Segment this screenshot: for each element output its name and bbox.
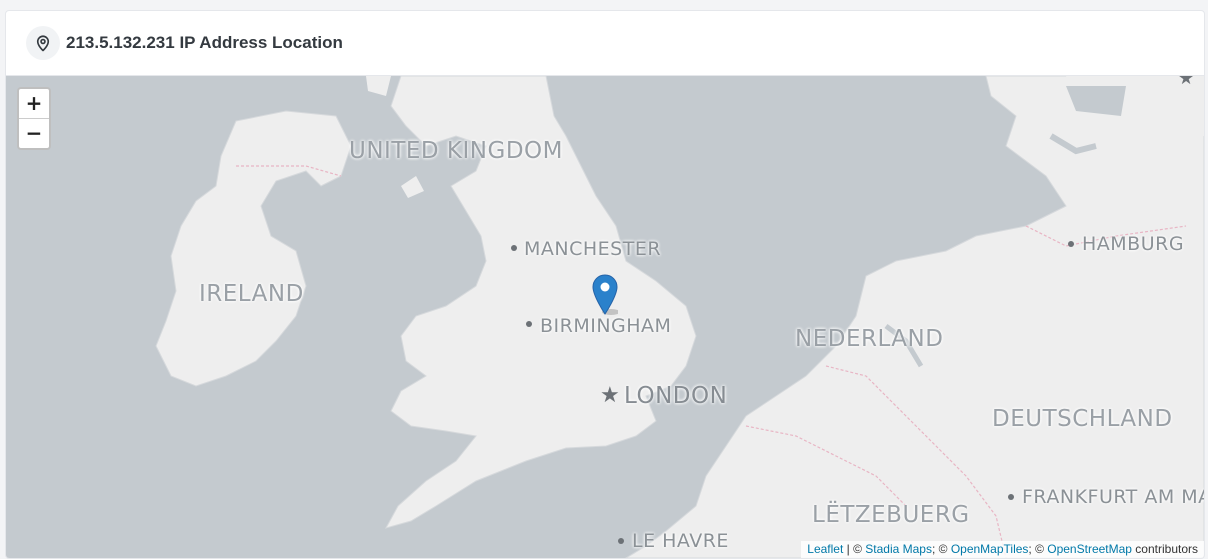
label-united-kingdom: UNITED KINGDOM: [349, 138, 563, 164]
city-dot-birmingham: [526, 321, 532, 327]
label-le-havre: LE HAVRE: [632, 530, 729, 552]
label-manchester: MANCHESTER: [524, 238, 662, 260]
city-dot-manchester: [511, 245, 517, 251]
openstreetmap-link[interactable]: OpenStreetMap: [1047, 542, 1132, 556]
zoom-out-button[interactable]: −: [19, 118, 49, 148]
attribution-sep-2: ; ©: [931, 542, 951, 556]
label-deutschland: DEUTSCHLAND: [992, 406, 1173, 432]
page-title: 213.5.132.231 IP Address Location: [66, 33, 343, 52]
card-header: 213.5.132.231 IP Address Location: [6, 11, 1204, 76]
city-dot-frankfurt: [1008, 494, 1014, 500]
openmaptiles-link[interactable]: OpenMapTiles: [951, 542, 1029, 556]
zoom-in-button[interactable]: +: [19, 89, 49, 118]
stadia-maps-link[interactable]: Stadia Maps: [865, 542, 932, 556]
label-hamburg: HAMBURG: [1082, 233, 1185, 255]
city-dot-le-havre: [618, 538, 624, 544]
city-dot-hamburg: [1068, 241, 1074, 247]
ip-location-card: 213.5.132.231 IP Address Location ★ UNIT…: [5, 10, 1205, 559]
leaflet-link[interactable]: Leaflet: [807, 542, 843, 556]
label-london: LONDON: [624, 383, 728, 409]
label-frankfurt: FRANKFURT AM MA: [1022, 486, 1204, 508]
label-nederland: NEDERLAND: [795, 326, 944, 352]
zoom-control: + −: [17, 87, 51, 150]
map-pin-icon: [26, 26, 60, 60]
map-attribution: Leaflet | © Stadia Maps; © OpenMapTiles;…: [801, 541, 1204, 558]
label-letzebuerg: LËTZEBUERG: [812, 502, 970, 528]
capital-star-icon: ★: [600, 382, 620, 407]
label-ireland: IRELAND: [199, 281, 304, 307]
attribution-sep-3: ; ©: [1028, 542, 1048, 556]
map-view[interactable]: ★ UNITED KINGDOM IRELAND NEDERLAND DEUTS…: [6, 76, 1204, 558]
attribution-sep-1: | ©: [843, 542, 866, 556]
attribution-suffix: contributors: [1131, 542, 1198, 556]
svg-text:★: ★: [1178, 76, 1194, 89]
location-marker-icon[interactable]: [592, 274, 620, 321]
